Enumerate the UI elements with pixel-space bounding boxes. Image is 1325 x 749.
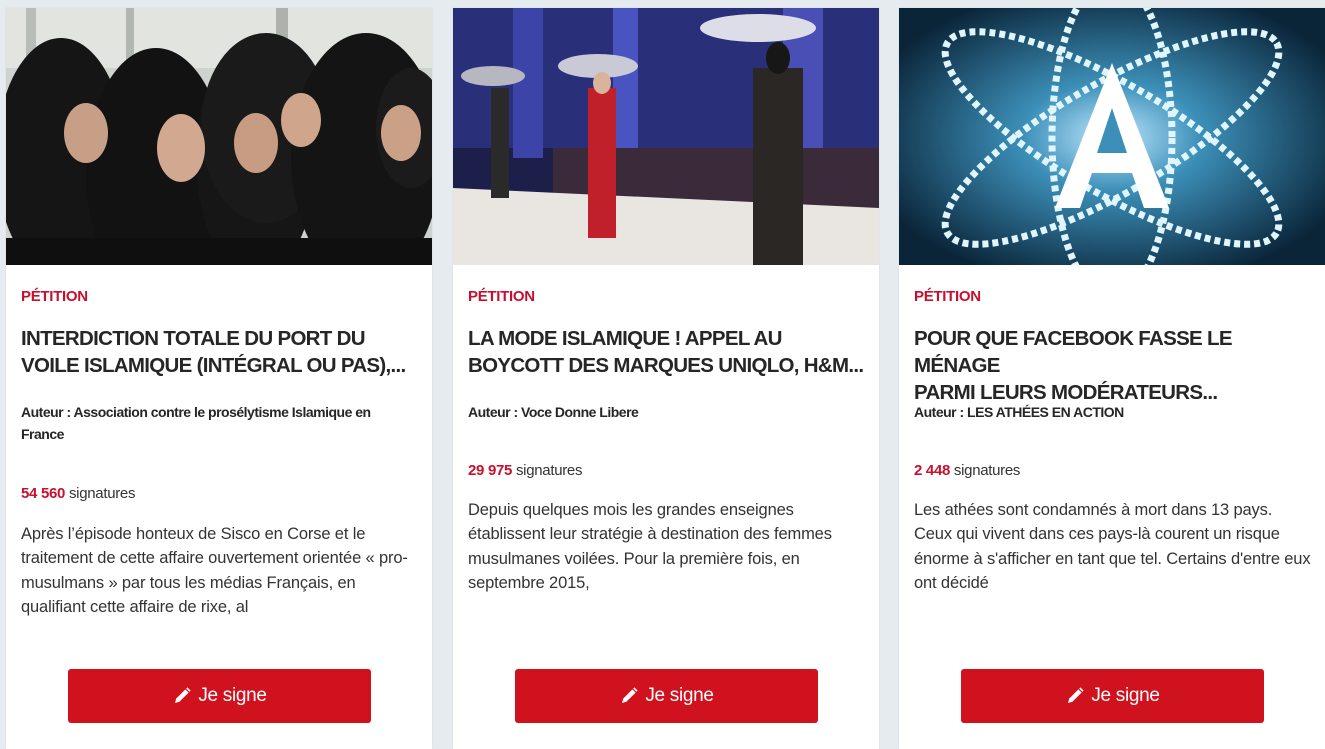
petition-image[interactable] <box>899 8 1325 265</box>
petition-image[interactable] <box>453 8 879 265</box>
sign-button[interactable]: Je signe <box>68 669 371 723</box>
petition-card[interactable]: PÉTITION INTERDICTION TOTALE DU PORT DU … <box>6 8 432 749</box>
petition-author: Auteur : LES ATHÉES EN ACTION <box>914 404 1124 420</box>
signature-number: 54 560 <box>21 485 66 502</box>
petition-category: PÉTITION <box>914 288 981 305</box>
petition-category: PÉTITION <box>468 288 535 305</box>
petition-title[interactable]: INTERDICTION TOTALE DU PORT DU VOILE ISL… <box>21 325 421 379</box>
sign-button-label: Je signe <box>1091 685 1160 706</box>
signature-label: signatures <box>65 485 136 502</box>
sign-button[interactable]: Je signe <box>961 669 1264 723</box>
signature-number: 29 975 <box>468 462 513 479</box>
signature-count: 2 448 signatures <box>914 462 1020 479</box>
pencil-icon <box>172 686 192 706</box>
atheist-atom-logo-photo <box>899 8 1325 265</box>
petition-category: PÉTITION <box>21 288 88 305</box>
pencil-icon <box>619 686 639 706</box>
petition-description: Depuis quelques mois les grandes enseign… <box>468 501 832 593</box>
signature-label: signatures <box>512 462 583 479</box>
petition-description: Les athées sont condamnés à mort dans 13… <box>914 501 1311 593</box>
sign-button[interactable]: Je signe <box>515 669 818 723</box>
signature-label: signatures <box>950 462 1021 479</box>
signature-count: 54 560 signatures <box>21 485 135 502</box>
petition-title[interactable]: LA MODE ISLAMIQUE ! APPEL AU BOYCOTT DES… <box>468 325 868 379</box>
petition-author: Auteur : Voce Donne Libere <box>468 404 639 420</box>
signature-number: 2 448 <box>914 462 951 479</box>
petition-description: Après l’épisode honteux de Sisco en Cors… <box>21 525 408 617</box>
petition-image[interactable] <box>6 8 432 265</box>
petition-card[interactable]: PÉTITION POUR QUE FACEBOOK FASSE LE MÉNA… <box>899 8 1325 749</box>
pencil-icon <box>1065 686 1085 706</box>
signature-count: 29 975 signatures <box>468 462 582 479</box>
petition-title[interactable]: POUR QUE FACEBOOK FASSE LE MÉNAGE PARMI … <box>914 325 1314 406</box>
petition-card[interactable]: PÉTITION LA MODE ISLAMIQUE ! APPEL AU BO… <box>453 8 879 749</box>
fashion-runway-photo <box>453 8 879 265</box>
petition-author: Auteur : Association contre le prosélyti… <box>21 404 371 442</box>
petition-grid: PÉTITION INTERDICTION TOTALE DU PORT DU … <box>0 0 1325 749</box>
sign-button-label: Je signe <box>198 685 267 706</box>
sign-button-label: Je signe <box>645 685 714 706</box>
women-in-niqab-photo <box>6 8 432 265</box>
